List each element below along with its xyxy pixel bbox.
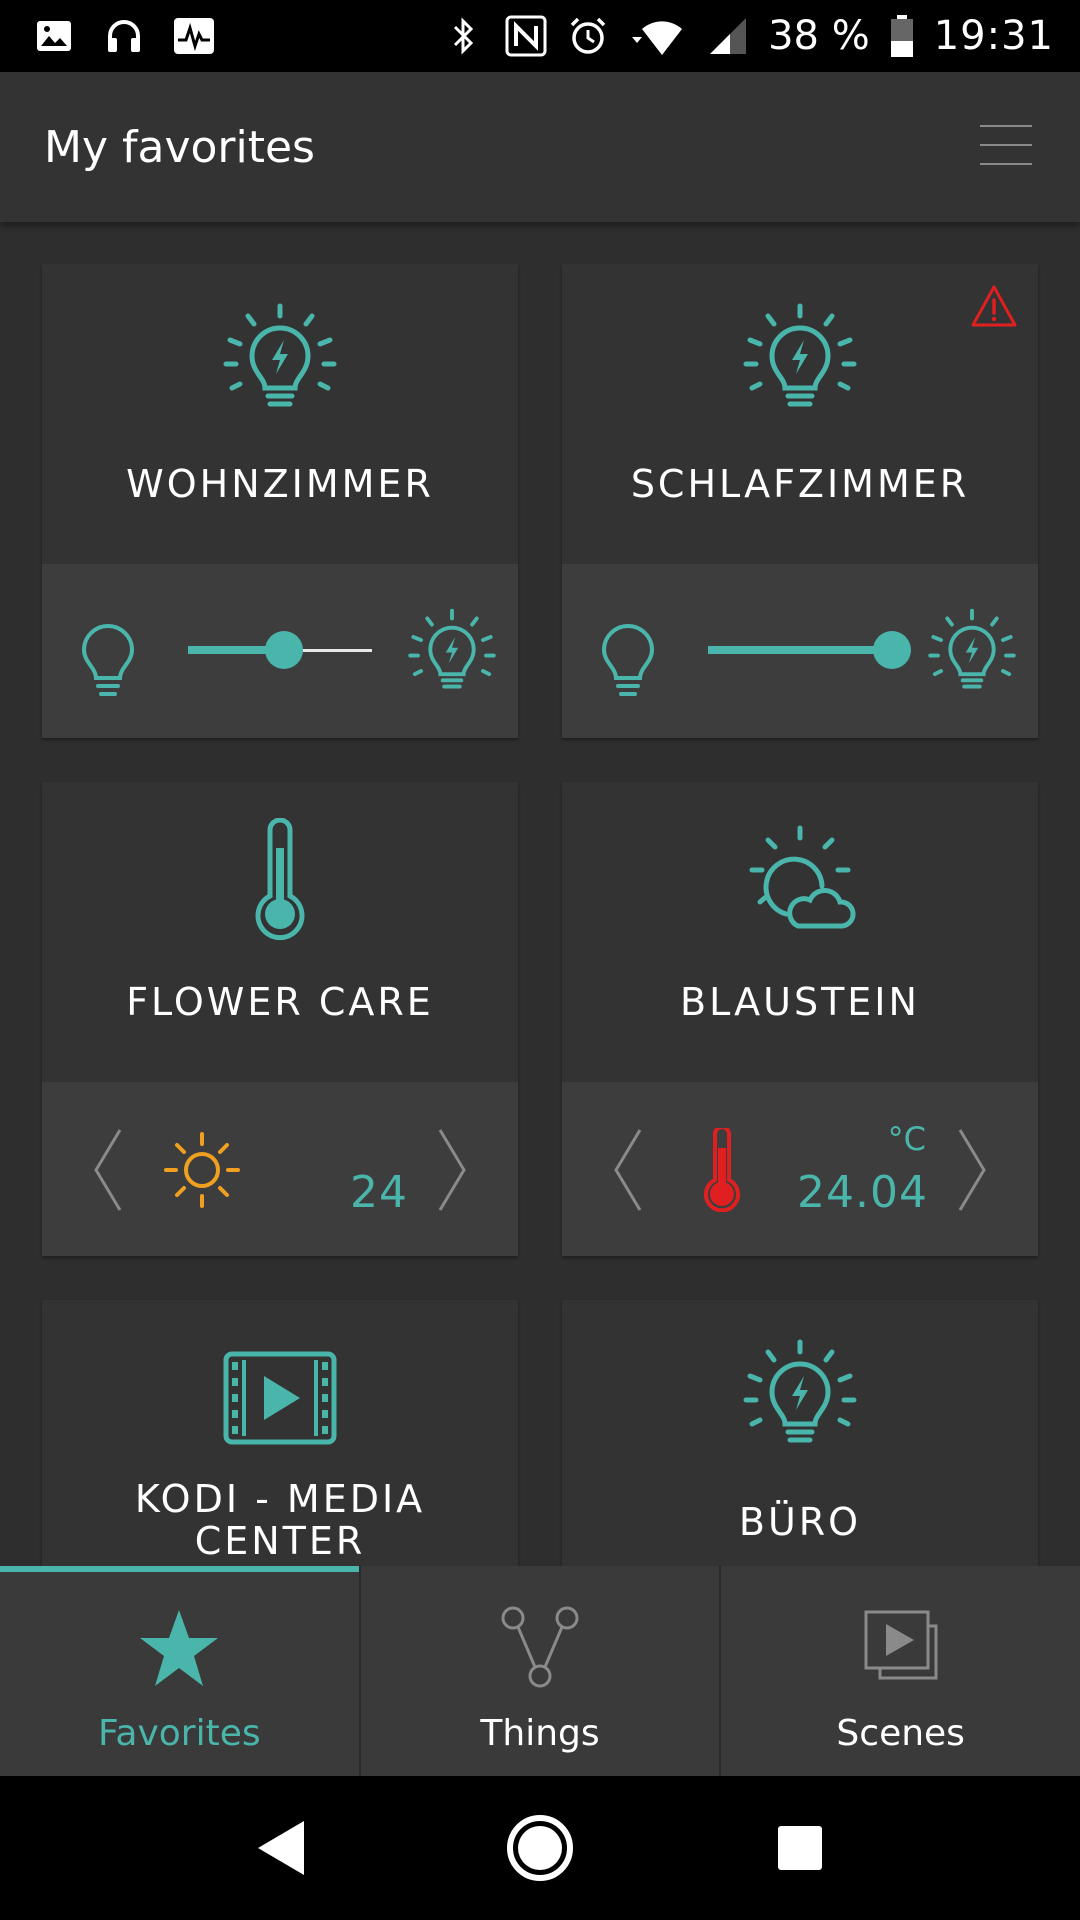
hamburger-menu-icon[interactable] <box>980 125 1036 169</box>
page-title: My favorites <box>44 121 315 173</box>
status-right: 38 % 19:31 <box>442 13 1054 59</box>
favorite-card-blaustein[interactable]: BLAUSTEIN °C 24.04 <box>562 782 1038 1256</box>
smart-bulb-icon <box>743 303 857 407</box>
brightness-slider[interactable] <box>188 631 372 669</box>
alarm-icon <box>566 14 610 58</box>
card-title: KODI - MEDIA CENTER <box>42 1478 518 1562</box>
bulb-off-icon[interactable] <box>76 622 140 698</box>
sensor-control: 24 <box>42 1082 518 1256</box>
home-icon[interactable] <box>500 1808 580 1888</box>
app-bar: My favorites <box>0 72 1080 222</box>
status-bar: 38 % 19:31 <box>0 0 1080 72</box>
wifi-icon <box>628 14 688 58</box>
card-header[interactable]: FLOWER CARE <box>42 782 518 1082</box>
card-header[interactable]: KODI - MEDIA CENTER <box>42 1300 518 1566</box>
chevron-right-icon[interactable] <box>434 1126 470 1214</box>
favorite-card-buero[interactable]: BÜRO <box>562 1300 1038 1566</box>
favorite-card-schlafzimmer[interactable]: SCHLAFZIMMER <box>562 264 1038 738</box>
battery-percentage: 38 % <box>768 13 870 59</box>
card-header[interactable]: BÜRO <box>562 1300 1038 1566</box>
bulb-off-icon[interactable] <box>596 622 660 698</box>
slider-fill <box>708 646 892 654</box>
tab-label: Things <box>480 1713 600 1754</box>
card-title: BLAUSTEIN <box>680 980 920 1024</box>
favorite-card-kodi[interactable]: KODI - MEDIA CENTER <box>42 1300 518 1566</box>
brightness-slider[interactable] <box>708 631 911 669</box>
chevron-right-icon[interactable] <box>954 1126 990 1214</box>
image-icon <box>32 14 76 58</box>
smart-bulb-icon <box>223 303 337 407</box>
brightness-slider-row <box>562 564 1038 738</box>
thermometer-icon <box>255 818 305 941</box>
tab-favorites[interactable]: Favorites <box>0 1566 361 1776</box>
chevron-left-icon[interactable] <box>610 1126 646 1214</box>
card-title: FLOWER CARE <box>126 980 434 1024</box>
back-icon[interactable] <box>240 1808 320 1888</box>
bulb-on-icon[interactable] <box>404 606 500 702</box>
bluetooth-icon <box>442 14 486 58</box>
tab-things[interactable]: Things <box>361 1566 722 1776</box>
scenes-icon <box>864 1610 938 1680</box>
battery-icon <box>888 14 916 58</box>
card-title-line2: CENTER <box>194 1519 366 1563</box>
card-header[interactable]: SCHLAFZIMMER <box>562 264 1038 564</box>
favorite-card-flower-care[interactable]: FLOWER CARE 24 <box>42 782 518 1256</box>
bulb-on-icon[interactable] <box>924 606 1020 702</box>
sun-icon <box>164 1132 240 1208</box>
tab-label: Favorites <box>98 1713 261 1754</box>
slider-thumb[interactable] <box>873 631 911 669</box>
card-header[interactable]: WOHNZIMMER <box>42 264 518 564</box>
sensor-control: °C 24.04 <box>562 1082 1038 1256</box>
things-network-icon <box>501 1606 579 1688</box>
clock: 19:31 <box>933 13 1054 59</box>
favorites-content: WOHNZIMMER SCHLAFZIMMER FLOWER CARE 24 B… <box>0 222 1080 1566</box>
sensor-unit: °C <box>887 1120 926 1158</box>
activity-icon <box>172 14 216 58</box>
card-title: SCHLAFZIMMER <box>630 462 970 506</box>
smart-bulb-icon <box>743 1339 857 1443</box>
warning-icon[interactable] <box>970 284 1018 328</box>
card-title-line1: KODI - MEDIA <box>134 1477 426 1521</box>
tab-scenes[interactable]: Scenes <box>721 1566 1080 1776</box>
status-left <box>32 14 216 58</box>
tab-label: Scenes <box>836 1713 965 1754</box>
media-player-icon <box>223 1351 337 1445</box>
card-title: BÜRO <box>738 1500 862 1544</box>
brightness-slider-row <box>42 564 518 738</box>
bottom-navigation: Favorites Things Scenes <box>0 1566 1080 1776</box>
sensor-value: 24 <box>350 1167 408 1218</box>
dimmer-control <box>42 564 518 738</box>
dimmer-control <box>562 564 1038 738</box>
chevron-left-icon[interactable] <box>90 1126 126 1214</box>
star-icon <box>140 1610 219 1686</box>
recents-icon[interactable] <box>760 1808 840 1888</box>
slider-thumb[interactable] <box>264 631 303 669</box>
card-header[interactable]: BLAUSTEIN <box>562 782 1038 1082</box>
nfc-icon <box>504 14 548 58</box>
headphones-icon <box>102 14 146 58</box>
card-title: WOHNZIMMER <box>126 462 434 506</box>
favorite-card-wohnzimmer[interactable]: WOHNZIMMER <box>42 264 518 738</box>
weather-partly-cloudy-icon <box>749 825 856 929</box>
signal-icon <box>706 14 750 58</box>
system-navigation-bar <box>0 1776 1080 1920</box>
sensor-value: 24.04 <box>797 1167 928 1218</box>
thermometer-red-icon <box>704 1128 740 1212</box>
